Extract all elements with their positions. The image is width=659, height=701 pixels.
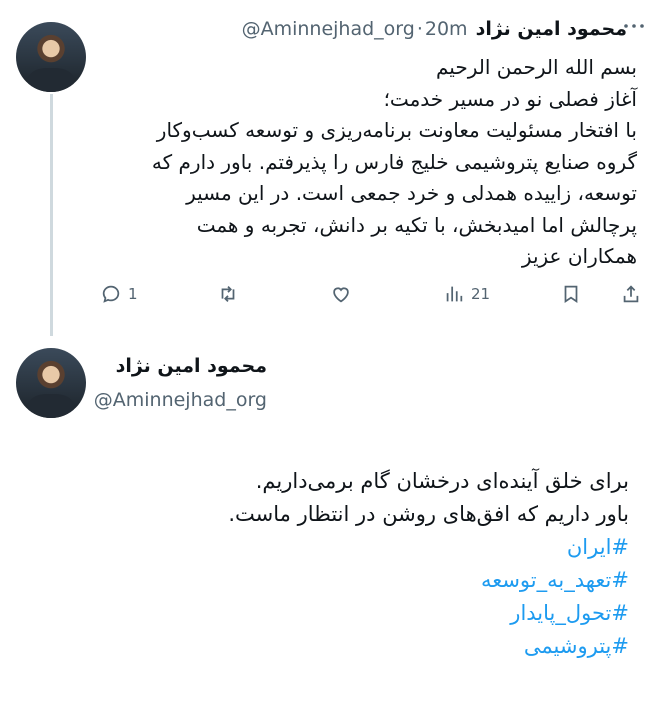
- tweet-line: همکاران عزیز: [521, 244, 637, 268]
- tweet-line: توسعه، زاییده همدلی و خرد جمعی است. در ا…: [186, 181, 637, 205]
- retweet-icon: [221, 286, 235, 302]
- separator: ·: [416, 18, 423, 40]
- hashtag-link[interactable]: #پتروشیمی: [69, 630, 629, 663]
- heart-icon: [333, 287, 349, 303]
- author-handle[interactable]: @Aminnejhad_org: [94, 389, 267, 411]
- tweet-line: آغاز فصلی نو در مسیر خدمت؛: [383, 86, 637, 111]
- like-button[interactable]: [330, 283, 358, 305]
- author-handle[interactable]: @Aminnejhad_org · 20m: [242, 18, 468, 40]
- tweet-line: با افتخار مسئولیت معاونت برنامه‌ریزی و ت…: [156, 118, 637, 142]
- tweet-text: برای خلق آینده‌ای درخشان گام برمی‌داریم.…: [69, 465, 629, 663]
- bookmark-icon: [564, 285, 578, 303]
- views-count: 21: [471, 285, 491, 303]
- handle-text[interactable]: @Aminnejhad_org: [242, 18, 415, 40]
- thread-connector-line: [50, 94, 53, 336]
- tweet-line: باور داریم که افق‌های روشن در انتظار ماس…: [228, 502, 629, 526]
- author-avatar[interactable]: [16, 22, 86, 92]
- tweet-header: محمود امین نژاد @Aminnejhad_org: [94, 355, 267, 411]
- tweet-text: بسم الله الرحمن الرحیم آغاز فصلی نو در م…: [97, 52, 637, 273]
- tweet-line: پرچالش اما امیدبخش، با تکیه بر دانش، تجر…: [196, 212, 637, 237]
- share-button[interactable]: [620, 283, 642, 305]
- author-name[interactable]: محمود امین نژاد: [94, 355, 267, 377]
- analytics-icon: [446, 286, 463, 302]
- tweet-line: بسم الله الرحمن الرحیم: [435, 55, 637, 79]
- tweet-line: برای خلق آینده‌ای درخشان گام برمی‌داریم.: [255, 469, 629, 493]
- hashtag-link[interactable]: #ایران: [69, 531, 629, 564]
- bookmark-button[interactable]: [560, 283, 582, 305]
- retweet-button[interactable]: [217, 283, 245, 305]
- tweet-header: محمود امین نژاد @Aminnejhad_org · 20m: [242, 18, 627, 40]
- hashtag-link[interactable]: #تحول_پایدار: [69, 597, 629, 630]
- author-name[interactable]: محمود امین نژاد: [476, 18, 627, 40]
- more-icon[interactable]: [623, 18, 645, 30]
- tweet-time[interactable]: 20m: [425, 18, 468, 40]
- reply-icon: [102, 285, 120, 303]
- author-avatar[interactable]: [16, 348, 86, 418]
- views-button[interactable]: 21: [443, 283, 490, 305]
- tweet-line: گروه صنایع پتروشیمی خلیج فارس را پذیرفتم…: [151, 149, 637, 174]
- hashtag-link[interactable]: #تعهد_به_توسعه: [69, 564, 629, 597]
- tweet-actions: 1 21: [100, 283, 645, 309]
- reply-count: 1: [128, 285, 138, 303]
- share-icon: [623, 285, 639, 303]
- reply-button[interactable]: 1: [100, 283, 138, 305]
